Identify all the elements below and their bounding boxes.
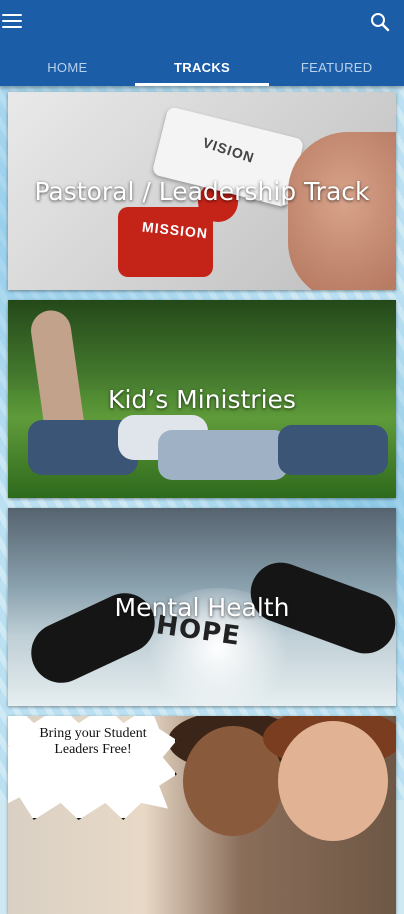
track-card-student-leaders[interactable]: Bring your Student Leaders Free! bbox=[8, 716, 396, 914]
search-icon[interactable] bbox=[370, 12, 390, 32]
track-card-pastoral-leadership[interactable]: MISSION VISION Pastoral / Leadership Tra… bbox=[8, 92, 396, 290]
badge-text: Bring your Student Leaders Free! bbox=[39, 726, 147, 757]
face-image bbox=[278, 721, 388, 841]
track-title: Pastoral / Leadership Track bbox=[34, 176, 370, 206]
app-bar: HOME TRACKS FEATURED bbox=[0, 0, 404, 86]
track-title: Mental Health bbox=[114, 592, 290, 622]
track-title: Kid’s Ministries bbox=[108, 384, 296, 414]
tab-home[interactable]: HOME bbox=[0, 50, 135, 86]
tab-featured[interactable]: FEATURED bbox=[269, 50, 404, 86]
hamburger-menu-icon[interactable] bbox=[2, 10, 24, 32]
track-card-mental-health[interactable]: HOPE Mental Health bbox=[8, 508, 396, 706]
track-card-kids-ministries[interactable]: Kid’s Ministries bbox=[8, 300, 396, 498]
tab-bar: HOME TRACKS FEATURED bbox=[0, 50, 404, 86]
tab-tracks[interactable]: TRACKS bbox=[134, 50, 270, 86]
